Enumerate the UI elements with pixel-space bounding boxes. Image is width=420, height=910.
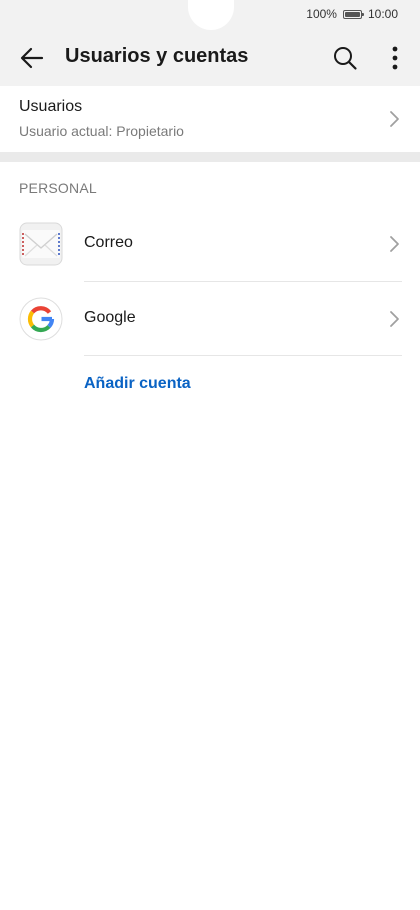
page-title: Usuarios y cuentas: [65, 45, 249, 67]
screen: 100% 10:00 Usuarios y cuentas Usuarios U…: [0, 0, 420, 910]
battery-icon: [342, 9, 364, 19]
account-label-correo: Correo: [84, 234, 133, 251]
status-indicators: 100% 10:00: [306, 7, 398, 21]
camera-notch: [188, 0, 234, 30]
back-button[interactable]: [12, 36, 52, 80]
users-subtitle: Usuario actual: Propietario: [19, 123, 184, 139]
battery-percentage: 100%: [306, 7, 337, 21]
account-label-google: Google: [84, 309, 136, 326]
users-item[interactable]: Usuarios Usuario actual: Propietario: [0, 86, 420, 152]
account-item-correo[interactable]: Correo: [0, 207, 420, 281]
search-button[interactable]: [325, 36, 365, 80]
battery-level-fill: [344, 11, 360, 17]
chevron-right-icon: [390, 111, 399, 127]
divider: [84, 355, 402, 356]
account-item-google[interactable]: Google: [0, 282, 420, 356]
more-vert-icon: [392, 46, 398, 70]
add-account-button[interactable]: Añadir cuenta: [84, 375, 191, 393]
users-title: Usuarios: [19, 98, 83, 115]
arrow-back-icon: [20, 47, 44, 69]
mail-envelope-icon: [19, 222, 63, 266]
chevron-right-icon: [390, 236, 399, 252]
chevron-right-icon: [390, 311, 399, 327]
app-bar: Usuarios y cuentas: [0, 30, 420, 86]
clock: 10:00: [367, 7, 398, 21]
status-bar: 100% 10:00: [0, 0, 420, 30]
more-options-button[interactable]: [375, 36, 415, 80]
section-separator: [0, 152, 420, 162]
search-icon: [334, 47, 357, 70]
google-g-icon: [19, 297, 63, 341]
section-header-personal: PERSONAL: [19, 180, 97, 196]
